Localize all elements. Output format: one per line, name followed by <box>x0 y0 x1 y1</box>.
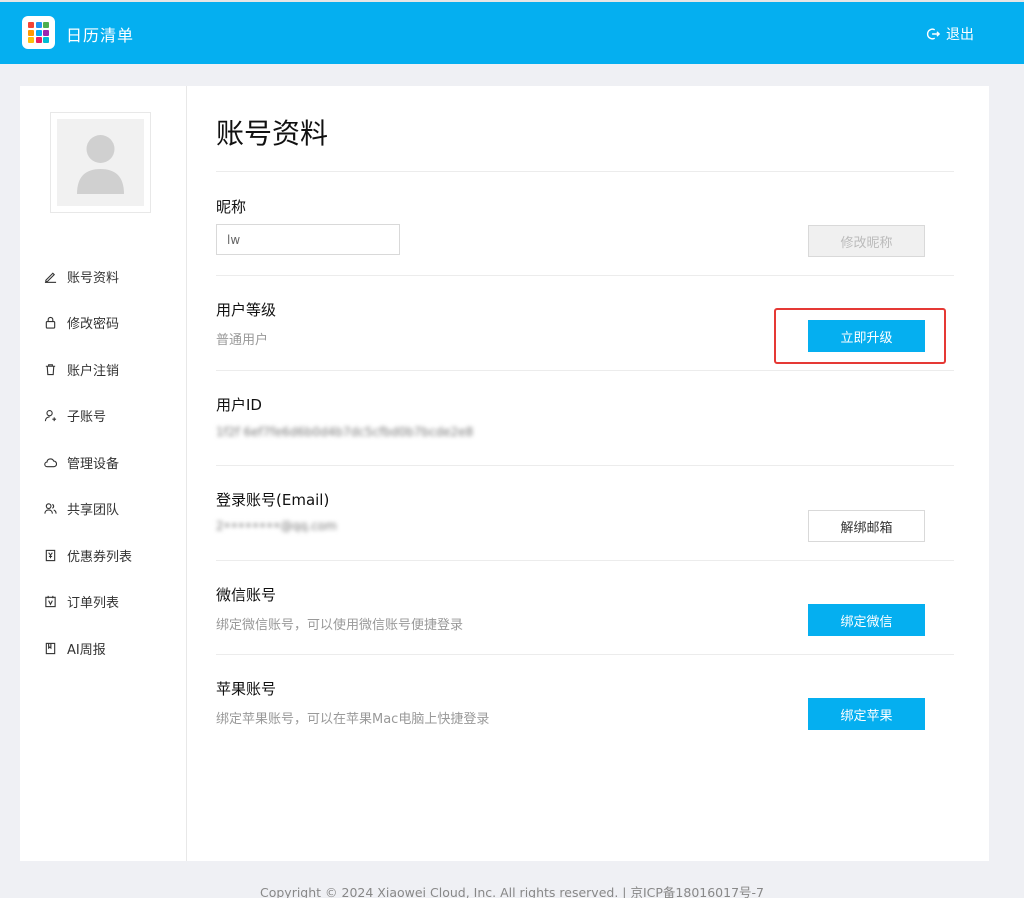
page-title: 账号资料 <box>216 117 329 150</box>
sidebar-item-order-list[interactable]: 订单列表 <box>44 579 132 626</box>
sidebar-item-label: 管理设备 <box>67 456 120 472</box>
logout-button[interactable]: 退出 <box>926 24 974 44</box>
user-level-label: 用户等级 <box>216 301 277 319</box>
logo-tile <box>28 37 34 43</box>
wechat-account-desc: 绑定微信账号，可以使用微信账号便捷登录 <box>216 618 464 633</box>
user-id-section: 用户ID 1f2f 6ef7fe6d6b0d4b7dc5cfbd0b7bcde2… <box>216 370 954 465</box>
login-account-value: 2••••••••@qq.com <box>216 519 337 533</box>
sidebar-item-label: 共享团队 <box>67 503 120 519</box>
app-title: 日历清单 <box>66 26 135 45</box>
logo-tile <box>43 22 49 28</box>
sub-account-icon <box>44 410 57 422</box>
sidebar-item-coupon-list[interactable]: 优惠券列表 <box>44 532 132 579</box>
apple-account-label: 苹果账号 <box>216 680 277 698</box>
unbind-email-button[interactable]: 解绑邮箱 <box>808 510 925 542</box>
sidebar-item-account-profile[interactable]: 账号资料 <box>44 253 132 300</box>
profile-card: 账号资料 修改密码 账户注销 子账号 管理设备 共享团队 优惠券列表 订单列表 … <box>20 86 989 861</box>
sidebar: 账号资料 修改密码 账户注销 子账号 管理设备 共享团队 优惠券列表 订单列表 … <box>20 86 187 861</box>
nickname-section: 昵称 修改昵称 <box>216 171 954 275</box>
top-bar: 日历清单 退出 <box>0 0 1024 64</box>
logo-tile <box>35 22 42 28</box>
sidebar-item-shared-team[interactable]: 共享团队 <box>44 486 132 533</box>
app-logo-icon <box>22 16 55 49</box>
sidebar-item-delete-account[interactable]: 账户注销 <box>44 346 132 393</box>
sidebar-item-sub-accounts[interactable]: 子账号 <box>44 393 132 440</box>
lock-icon <box>45 317 56 329</box>
avatar-placeholder-icon <box>57 119 144 206</box>
logo-tile <box>43 29 49 36</box>
order-icon <box>45 596 56 608</box>
logout-label: 退出 <box>946 27 974 43</box>
user-level-section: 用户等级 普通用户 立即升级 <box>216 275 954 370</box>
wechat-account-section: 微信账号 绑定微信账号，可以使用微信账号便捷登录 绑定微信 <box>216 560 954 654</box>
bind-wechat-button[interactable]: 绑定微信 <box>808 604 925 636</box>
sidebar-item-label: 优惠券列表 <box>67 549 133 565</box>
sidebar-item-label: 账号资料 <box>67 270 120 286</box>
report-icon <box>45 642 56 654</box>
apple-account-desc: 绑定苹果账号，可以在苹果Mac电脑上快捷登录 <box>216 712 490 727</box>
logo-tile <box>35 29 42 36</box>
logo-tile <box>43 37 49 43</box>
logo-tile <box>28 29 34 36</box>
trash-icon <box>45 364 56 375</box>
sidebar-item-change-password[interactable]: 修改密码 <box>44 300 132 347</box>
sidebar-menu: 账号资料 修改密码 账户注销 子账号 管理设备 共享团队 优惠券列表 订单列表 … <box>44 253 132 672</box>
bind-apple-button[interactable]: 绑定苹果 <box>808 698 925 730</box>
nickname-input[interactable] <box>216 224 400 255</box>
user-level-value: 普通用户 <box>216 333 269 348</box>
nickname-label: 昵称 <box>216 198 247 216</box>
cloud-icon <box>44 458 57 467</box>
logo-tile <box>28 22 34 28</box>
wechat-account-label: 微信账号 <box>216 586 277 604</box>
sidebar-item-label: 修改密码 <box>67 317 120 333</box>
sidebar-item-label: 账户注销 <box>67 363 120 379</box>
edit-nickname-button[interactable]: 修改昵称 <box>808 225 925 257</box>
footer-copyright: Copyright © 2024 Xiaowei Cloud, Inc. All… <box>259 885 764 898</box>
sidebar-item-label: 订单列表 <box>67 596 120 612</box>
sidebar-item-label: 子账号 <box>67 410 107 426</box>
login-account-label: 登录账号(Email) <box>216 491 330 509</box>
logo-tile <box>35 37 42 43</box>
main-content: 账号资料 昵称 修改昵称 用户等级 普通用户 立即升级 用户ID 1f2f 6e… <box>216 86 954 861</box>
sidebar-item-manage-devices[interactable]: 管理设备 <box>44 439 132 486</box>
user-id-label: 用户ID <box>216 396 262 414</box>
apple-account-section: 苹果账号 绑定苹果账号，可以在苹果Mac电脑上快捷登录 绑定苹果 <box>216 654 954 764</box>
upgrade-now-button[interactable]: 立即升级 <box>808 320 925 352</box>
team-icon <box>44 503 57 514</box>
user-id-value: 1f2f 6ef7fe6d6b0d4b7dc5cfbd0b7bcde2e8 <box>216 425 474 439</box>
sidebar-item-ai-weekly-report[interactable]: AI周报 <box>44 625 132 672</box>
coupon-icon <box>45 549 56 561</box>
logout-icon <box>926 28 940 40</box>
sidebar-item-label: AI周报 <box>67 642 106 658</box>
login-account-section: 登录账号(Email) 2••••••••@qq.com 解绑邮箱 <box>216 465 954 560</box>
pencil-icon <box>44 272 57 283</box>
avatar[interactable] <box>50 112 151 213</box>
